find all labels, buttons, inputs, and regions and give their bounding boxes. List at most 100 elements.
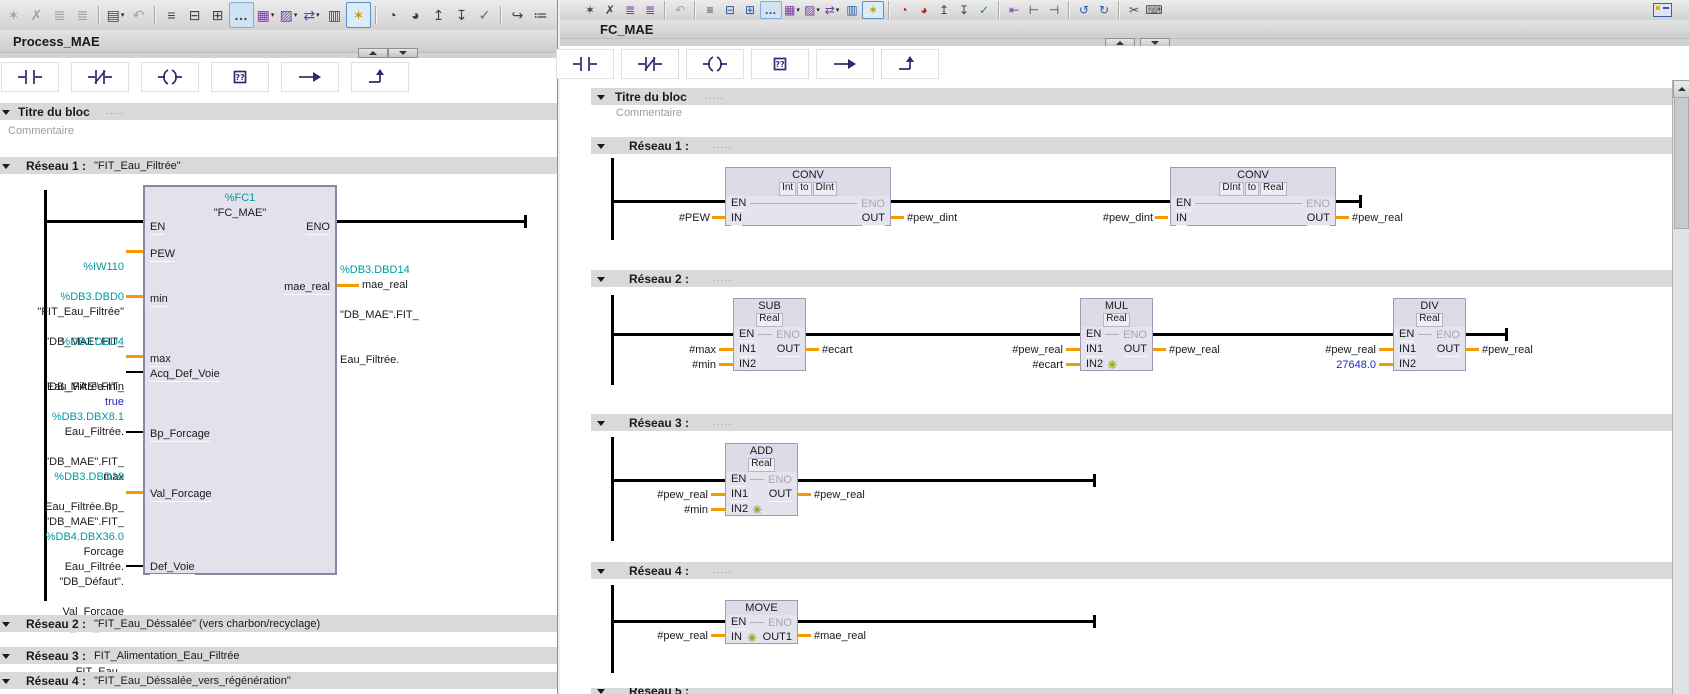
close-all-networks-icon[interactable]: ⊞ — [206, 3, 229, 27]
conv-to-type[interactable]: DInt — [813, 182, 837, 196]
delete-row-icon[interactable]: ✗ — [600, 2, 620, 18]
pin-in2[interactable]: IN2 — [731, 503, 748, 517]
pin-en[interactable]: EN — [731, 616, 746, 630]
insert-row-icon[interactable]: ✶ — [580, 2, 600, 18]
pin-in1[interactable]: IN1 — [1399, 343, 1416, 357]
pin-eno[interactable]: ENO — [1306, 198, 1330, 210]
nc-contact-icon[interactable] — [71, 62, 129, 92]
pin-out[interactable]: OUT — [777, 343, 800, 357]
pin-out1[interactable]: OUT1 — [763, 631, 792, 645]
operand-ecart-out[interactable]: #ecart — [822, 343, 892, 358]
collapse-triangle-icon[interactable] — [2, 622, 10, 627]
pin-mae-real[interactable]: mae_real — [284, 280, 330, 295]
pin-eno[interactable]: ENO — [306, 220, 330, 235]
favorites-icon[interactable]: ✶ — [862, 1, 884, 19]
pin-en[interactable]: EN — [731, 473, 746, 487]
open-branch-icon[interactable] — [281, 62, 339, 92]
insert-output-star-icon[interactable]: ✳ — [747, 632, 757, 644]
pin-eno[interactable]: ENO — [1123, 329, 1147, 341]
insert-block-icon[interactable]: ▤▾ — [104, 3, 127, 27]
pin-in2[interactable]: IN2 — [739, 358, 756, 372]
div-real-block[interactable]: DIV Real ENENO IN1OUT IN2 — [1393, 298, 1466, 371]
no-contact-icon[interactable] — [556, 49, 614, 79]
close-branch-icon[interactable] — [881, 49, 939, 79]
network-comments-icon[interactable]: … — [760, 1, 782, 19]
mul-real-block[interactable]: MUL Real ENENO IN1OUT IN2✳ — [1080, 298, 1153, 371]
pin-en[interactable]: EN — [731, 197, 746, 211]
collapse-triangle-icon[interactable] — [597, 689, 605, 694]
insert-network-before-icon[interactable]: ≣ — [620, 2, 640, 18]
update-block-calls-icon[interactable]: ⇄▾ — [822, 2, 842, 18]
jump-to-network-icon[interactable]: ↪ — [506, 3, 529, 27]
pin-out[interactable]: OUT — [1307, 212, 1330, 226]
vertical-scrollbar[interactable] — [1672, 80, 1689, 694]
pin-in[interactable]: IN — [731, 212, 742, 226]
pin-en[interactable]: EN — [150, 220, 165, 235]
pin-en[interactable]: EN — [1086, 328, 1101, 342]
add-real-block[interactable]: ADD Real ENENO IN1OUT IN2✳ — [725, 443, 798, 516]
block-interface-icon[interactable]: ≔ — [529, 3, 552, 27]
block-datatype[interactable]: Real — [748, 458, 775, 472]
pin-en[interactable]: EN — [1399, 328, 1414, 342]
collapse-triangle-icon[interactable] — [2, 164, 10, 169]
close-all-networks-icon[interactable]: ⊞ — [740, 2, 760, 18]
dropdown-caret-icon[interactable]: ▾ — [294, 11, 298, 19]
network-overview-icon[interactable]: ≡ — [160, 3, 183, 27]
collapse-triangle-icon[interactable] — [2, 654, 10, 659]
collapse-triangle-icon[interactable] — [597, 277, 605, 282]
operand-pew-real-out[interactable]: #pew_real — [1169, 343, 1239, 358]
pin-def-voie[interactable]: Def_Voie — [150, 560, 195, 575]
network-overview-icon[interactable]: ≡ — [700, 2, 720, 18]
pin-bp-forcage[interactable]: Bp_Forcage — [150, 427, 210, 442]
coil-icon[interactable] — [141, 62, 199, 92]
nc-contact-icon[interactable] — [621, 49, 679, 79]
left-block-comment[interactable]: Commentaire — [8, 125, 74, 137]
go-online-icon[interactable]: ◔ — [381, 3, 404, 27]
operand-max[interactable]: #max — [648, 343, 716, 358]
start-simulation-icon[interactable]: ⇤ — [1004, 2, 1024, 18]
insert-network-before-icon[interactable]: ≣ — [48, 3, 71, 27]
pin-min[interactable]: min — [150, 292, 168, 307]
pin-en[interactable]: EN — [739, 328, 754, 342]
collapse-triangle-icon[interactable] — [2, 110, 10, 115]
move-block[interactable]: MOVE ENENO IN✳OUT1 — [725, 600, 798, 644]
block-datatype[interactable]: Real — [1416, 313, 1443, 327]
download-to-device-icon[interactable]: ↧ — [450, 3, 473, 27]
absolute-operands-icon[interactable]: ▦▾ — [254, 3, 277, 27]
conv-dint-real-block[interactable]: CONV DInt to Real ENENO INOUT — [1170, 167, 1336, 226]
network-comments-icon[interactable]: … — [229, 2, 254, 28]
operand-mae-real[interactable]: %DB3.DBD14 "DB_MAE".FIT_ Eau_Filtrée. — [340, 233, 470, 398]
conv-from-type[interactable]: DInt — [1219, 182, 1243, 196]
block-datatype[interactable]: Real — [1103, 313, 1130, 327]
left-splitter-down-button[interactable] — [388, 48, 418, 58]
conv-to-type[interactable]: Real — [1260, 182, 1287, 196]
pin-en[interactable]: EN — [1176, 197, 1191, 211]
outdent-icon[interactable]: ⊢ — [1024, 2, 1044, 18]
indent-icon[interactable]: ⊣ — [1044, 2, 1064, 18]
dropdown-caret-icon[interactable]: ▾ — [816, 6, 820, 14]
operand-min-in2[interactable]: #min — [640, 503, 708, 518]
virtual-keyboard-icon[interactable] — [1653, 3, 1672, 17]
operand-pew-real-out[interactable]: #pew_real — [1482, 343, 1552, 358]
delete-row-icon[interactable]: ✗ — [25, 3, 48, 27]
pin-eno[interactable]: ENO — [776, 329, 800, 341]
favorites-icon[interactable]: ✶ — [346, 2, 371, 28]
sub-real-block[interactable]: SUB Real ENENO IN1OUT IN2 — [733, 298, 806, 371]
operand-pew-in[interactable]: #PEW — [640, 211, 710, 226]
scrollbar-thumb[interactable] — [1674, 97, 1689, 229]
symbol-information-icon[interactable]: ▥ — [323, 3, 346, 27]
open-all-networks-icon[interactable]: ⊟ — [183, 3, 206, 27]
open-all-networks-icon[interactable]: ⊟ — [720, 2, 740, 18]
pin-out[interactable]: OUT — [862, 212, 885, 226]
pin-in1[interactable]: IN1 — [739, 343, 756, 357]
operand-pew-real-in1[interactable]: #pew_real — [1308, 343, 1376, 358]
operand-mae-real-out[interactable]: #mae_real — [814, 629, 894, 644]
operand-pew-real-out[interactable]: #pew_real — [1352, 211, 1442, 226]
upload-from-device-icon[interactable]: ↥ — [934, 2, 954, 18]
right-block-comment[interactable]: Commentaire — [616, 107, 682, 119]
pin-in[interactable]: IN — [731, 631, 742, 645]
operand-def-voie[interactable]: %DB4.DBX36.0 "DB_Défaut". MAE_Def_Voie. … — [8, 500, 124, 694]
go-offline-icon[interactable]: ◕ — [914, 2, 934, 18]
insert-network-after-icon[interactable]: ≣ — [71, 3, 94, 27]
go-offline-icon[interactable]: ◕ — [404, 3, 427, 27]
